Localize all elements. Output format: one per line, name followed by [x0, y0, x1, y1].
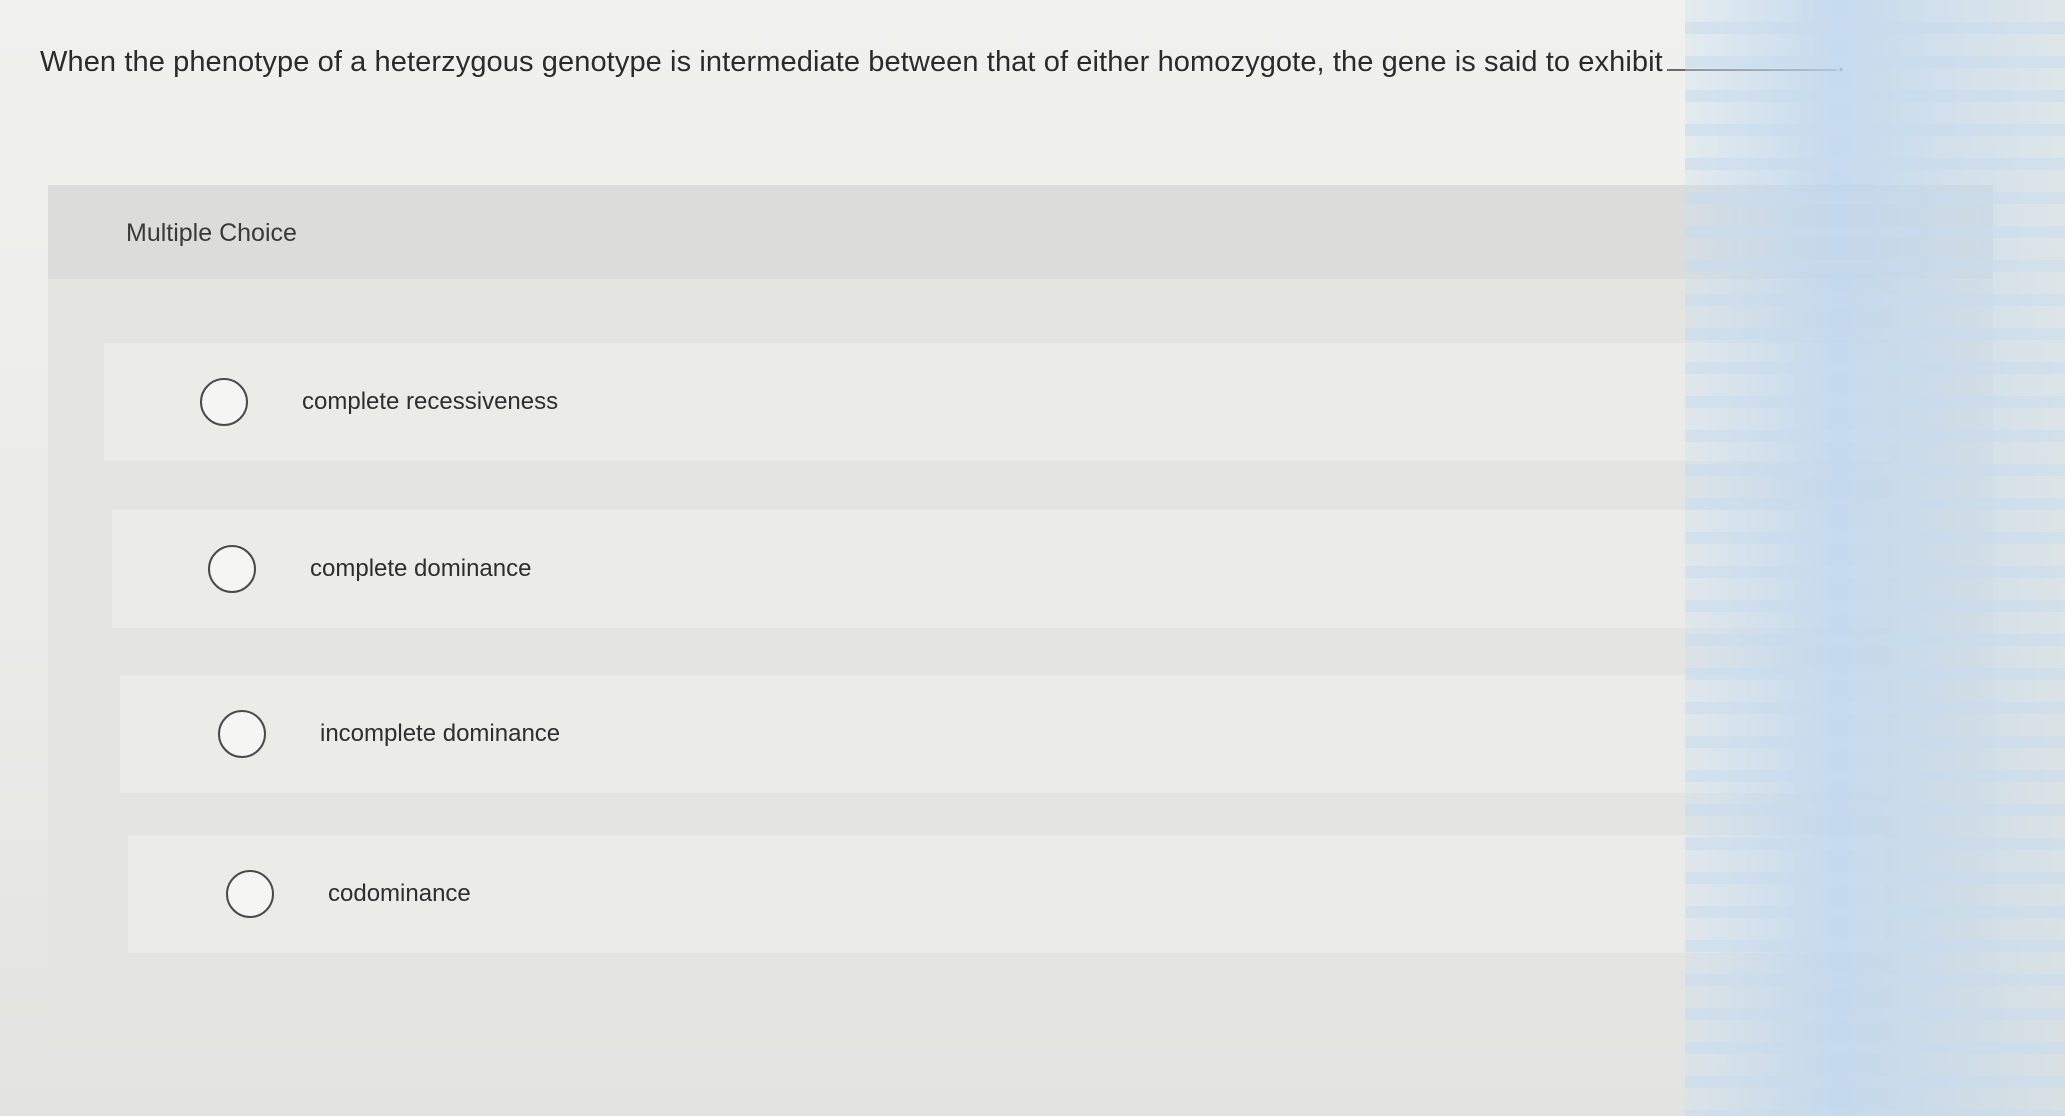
choice-label: complete dominance: [310, 555, 532, 582]
radio-button[interactable]: [218, 710, 266, 758]
answer-blank: [1666, 68, 1837, 71]
question-text: When the phenotype of a heterzygous geno…: [40, 46, 1663, 78]
choice-option[interactable]: complete recessiveness: [104, 343, 1890, 461]
quiz-page: When the phenotype of a heterzygous geno…: [0, 0, 2065, 1116]
choice-option[interactable]: codominance: [128, 835, 1886, 953]
choice-option[interactable]: incomplete dominance: [120, 675, 1888, 793]
radio-button[interactable]: [200, 378, 248, 426]
question-end-punctuation: .: [1836, 46, 1846, 78]
choice-label: codominance: [328, 880, 471, 907]
radio-button[interactable]: [208, 545, 256, 593]
multiple-choice-label: Multiple Choice: [126, 219, 297, 247]
radio-button[interactable]: [226, 870, 274, 918]
choice-label: incomplete dominance: [320, 720, 561, 747]
multiple-choice-header: Multiple Choice: [48, 185, 1993, 279]
choice-option[interactable]: complete dominance: [112, 510, 1888, 628]
question-prompt: When the phenotype of a heterzygous geno…: [40, 46, 1845, 79]
choice-label: complete recessiveness: [302, 388, 559, 415]
multiple-choice-panel: Multiple Choice complete recessiveness c…: [48, 185, 1993, 1045]
